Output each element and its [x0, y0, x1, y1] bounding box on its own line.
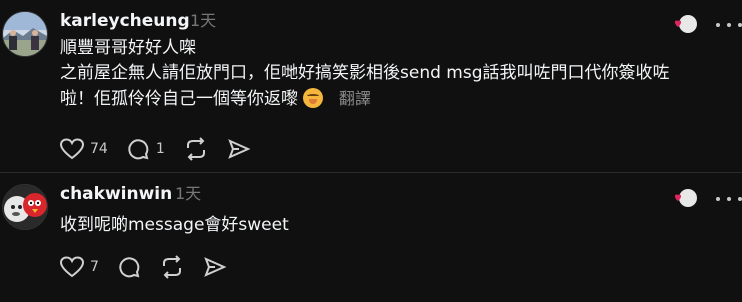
reply-count: 1 [155, 141, 165, 157]
share-button[interactable] [227, 137, 251, 161]
post-corner [672, 13, 742, 37]
avatar[interactable] [2, 184, 48, 230]
heart-icon [60, 138, 84, 160]
translate-link[interactable]: 翻譯 [339, 89, 371, 108]
emoji-icon [303, 88, 324, 108]
send-icon [227, 139, 251, 159]
like-count: 74 [90, 141, 108, 157]
post-text: 順豐哥哥好好人㗎 之前屋企無人請佢放門口，佢哋好搞笑影相後send msg話我叫… [60, 36, 722, 112]
timestamp[interactable]: 1天 [175, 184, 201, 204]
send-icon [204, 257, 227, 277]
comment-icon [128, 139, 149, 160]
liked-badge-icon [674, 189, 697, 207]
more-options-icon[interactable] [716, 197, 742, 203]
like-button[interactable]: 74 [60, 138, 108, 160]
like-count: 7 [90, 259, 99, 275]
avatar[interactable] [2, 11, 48, 57]
username[interactable]: chakwinwin [60, 184, 172, 204]
share-button[interactable] [203, 255, 227, 279]
repost-button[interactable] [159, 255, 185, 279]
post-text: 收到呢啲message會好sweet [60, 213, 722, 238]
text-line: 順豐哥哥好好人㗎 [60, 38, 196, 58]
repost-icon [162, 255, 181, 279]
comment-icon [119, 257, 140, 278]
post-corner [672, 187, 742, 211]
heart-icon [60, 256, 84, 278]
username[interactable]: karleycheung [60, 11, 190, 31]
like-button[interactable]: 7 [60, 256, 99, 278]
repost-icon [186, 137, 205, 161]
text-line-content: 啦！佢孤伶伶自己一個等你返嚟 [60, 89, 298, 109]
liked-badge-icon [674, 15, 697, 33]
timestamp[interactable]: 1天 [190, 11, 216, 31]
reply-button[interactable]: 1 [126, 137, 165, 161]
text-line: 啦！佢孤伶伶自己一個等你返嚟 翻譯 [60, 86, 722, 112]
text-line: 收到呢啲message會好sweet [60, 215, 289, 235]
action-bar: 74 1 [60, 135, 269, 163]
repost-button[interactable] [183, 137, 209, 161]
more-options-icon[interactable] [716, 23, 742, 29]
reply-post: chakwinwin 1天 收到呢啲message會好sweet 7 [0, 173, 742, 302]
reply-button[interactable] [117, 255, 141, 279]
reply-post: karleycheung 1天 順豐哥哥好好人㗎 之前屋企無人請佢放門口，佢哋好… [0, 0, 742, 173]
text-line: 之前屋企無人請佢放門口，佢哋好搞笑影相後send msg話我叫咗門口代你簽收咗 [60, 63, 670, 83]
action-bar: 7 [60, 253, 245, 281]
